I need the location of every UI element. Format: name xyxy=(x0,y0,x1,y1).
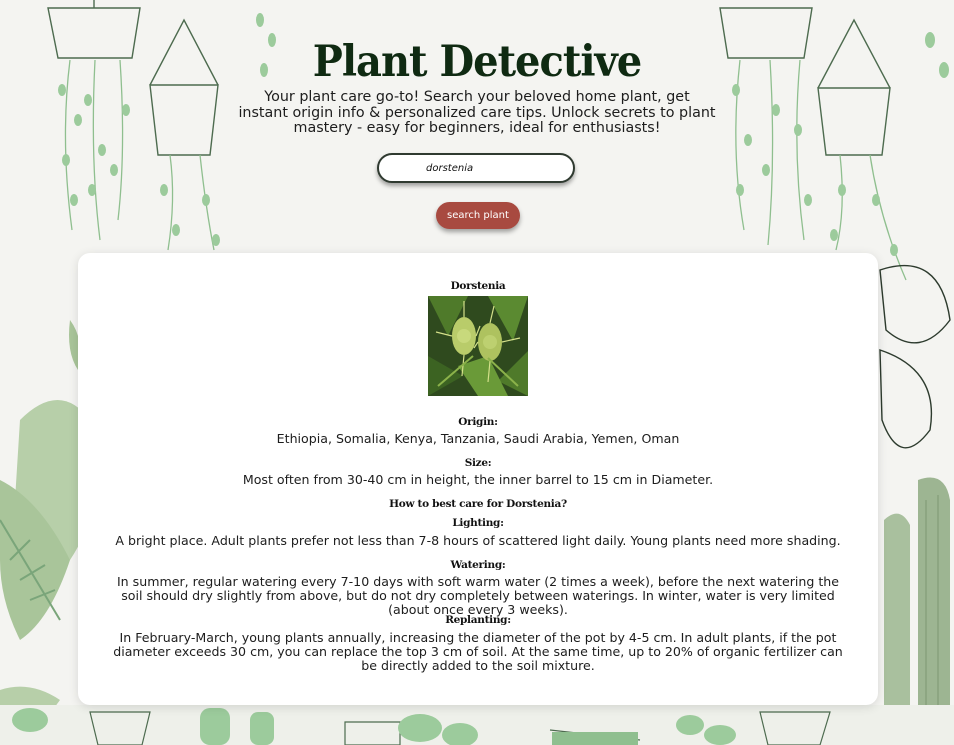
size-label: Size: xyxy=(464,457,492,469)
watering-text: In summer, regular watering every 7-10 d… xyxy=(116,574,840,618)
plant-name: Dorstenia xyxy=(450,280,506,292)
plant-photo xyxy=(428,296,528,396)
size-text: Most often from 30-40 cm in height, the … xyxy=(242,472,714,487)
replanting-label: Replanting: xyxy=(445,614,511,626)
origin-label: Origin: xyxy=(458,416,498,428)
search-input[interactable] xyxy=(377,153,575,183)
origin-text: Ethiopia, Somalia, Kenya, Tanzania, Saud… xyxy=(276,431,680,446)
watering-label: Watering: xyxy=(450,559,506,571)
app-subtitle: Your plant care go-to! Search your belov… xyxy=(238,89,716,136)
result-card: Dorstenia Origin: Ethiopia, Somalia, Ken… xyxy=(78,253,878,705)
app-title: Plant Detective xyxy=(312,36,642,87)
care-heading: How to best care for Dorstenia? xyxy=(389,498,567,510)
lighting-text: A bright place. Adult plants prefer not … xyxy=(115,533,841,548)
lighting-label: Lighting: xyxy=(452,517,504,529)
replanting-text: In February-March, young plants annually… xyxy=(113,630,843,674)
search-plant-button[interactable]: search plant xyxy=(436,202,520,229)
